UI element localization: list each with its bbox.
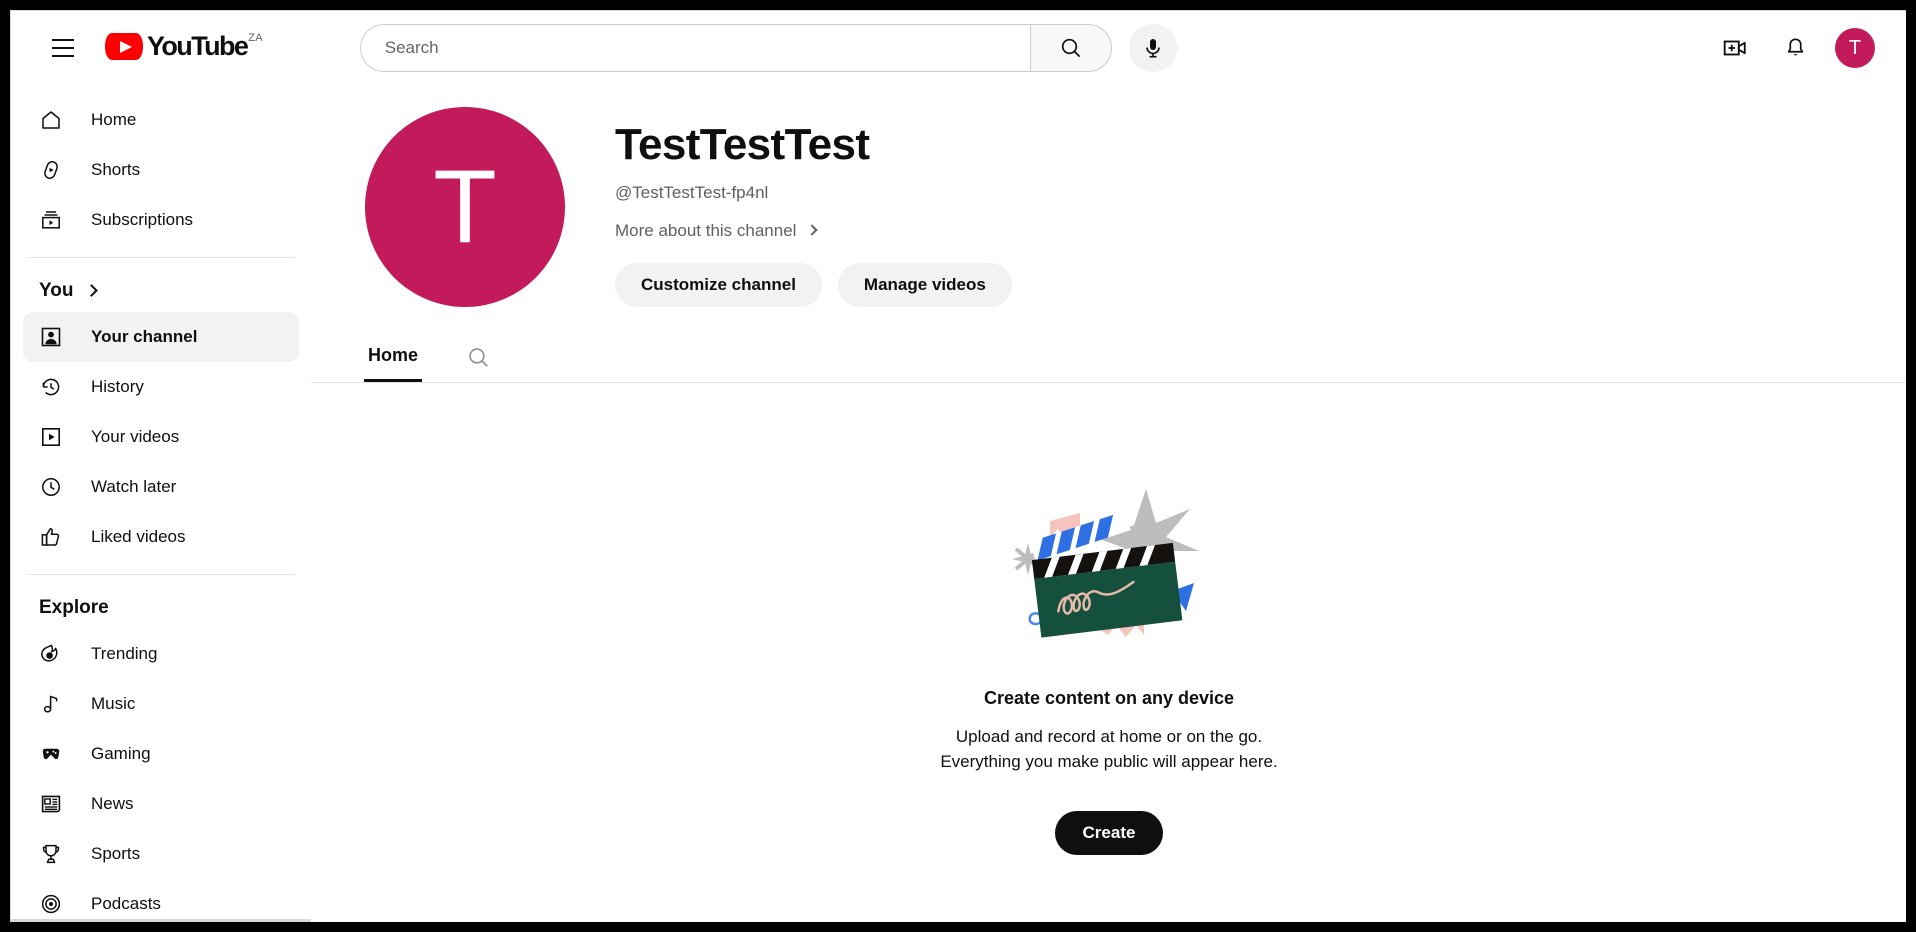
sidebar-scroll-indicator[interactable] bbox=[11, 919, 311, 922]
masthead: YouTube ZA Search T bbox=[11, 11, 1906, 85]
empty-state-line-1: Upload and record at home or on the go. bbox=[955, 727, 1263, 747]
more-about-channel-label: More about this channel bbox=[615, 221, 797, 241]
channel-metadata: TestTestTest @TestTestTest-fp4nl More ab… bbox=[615, 107, 1012, 308]
empty-state-description: Upload and record at home or on the go. … bbox=[940, 725, 1277, 774]
hamburger-menu-icon[interactable] bbox=[39, 24, 87, 72]
sidebar-item-label: Trending bbox=[91, 644, 158, 663]
history-icon bbox=[39, 375, 63, 399]
newspaper-icon bbox=[39, 792, 63, 816]
sidebar-item-label: History bbox=[91, 377, 144, 396]
sidebar-item-label: Your channel bbox=[91, 327, 198, 346]
main-content: T TestTestTest @TestTestTest-fp4nl More … bbox=[311, 85, 1906, 922]
account-avatar[interactable]: T bbox=[1835, 28, 1875, 68]
empty-state: Create content on any device Upload and … bbox=[311, 479, 1906, 855]
music-note-icon bbox=[39, 692, 63, 716]
play-box-icon bbox=[39, 425, 63, 449]
sidebar-item-label: Podcasts bbox=[91, 894, 161, 913]
youtube-logo[interactable]: YouTube ZA bbox=[105, 28, 263, 68]
bell-icon bbox=[1787, 38, 1803, 55]
clapperboard-illustration bbox=[1012, 489, 1199, 638]
podcast-icon bbox=[39, 892, 63, 916]
sidebar-item-label: News bbox=[91, 794, 134, 813]
customize-channel-button[interactable]: Customize channel bbox=[615, 263, 822, 308]
sidebar-item-gaming[interactable]: Gaming bbox=[23, 729, 299, 779]
youtube-play-icon bbox=[105, 33, 143, 60]
clock-icon bbox=[39, 475, 63, 499]
create-video-button[interactable] bbox=[1711, 24, 1759, 72]
channel-tabs: Home bbox=[311, 331, 1906, 384]
search-submit-button[interactable] bbox=[1029, 24, 1112, 72]
microphone-icon bbox=[1145, 39, 1160, 58]
sidebar-item-news[interactable]: News bbox=[23, 779, 299, 829]
empty-state-title: Create content on any device bbox=[983, 688, 1235, 709]
channel-action-buttons: Customize channel Manage videos bbox=[615, 263, 1012, 308]
sidebar-item-podcasts[interactable]: Podcasts bbox=[23, 879, 299, 922]
sidebar-item-home[interactable]: Home bbox=[23, 95, 299, 145]
sidebar-item-label: Liked videos bbox=[91, 527, 186, 546]
trophy-icon bbox=[39, 842, 63, 866]
search-icon bbox=[1061, 38, 1080, 58]
channel-handle: @TestTestTest-fp4nl bbox=[615, 183, 769, 203]
sidebar-divider-2 bbox=[27, 574, 295, 575]
avatar-initial: T bbox=[1848, 36, 1862, 59]
manage-videos-button[interactable]: Manage videos bbox=[837, 263, 1012, 308]
trending-icon bbox=[39, 642, 63, 666]
sidebar-item-label: Your videos bbox=[91, 427, 180, 446]
sidebar-item-label: Subscriptions bbox=[91, 210, 194, 229]
sidebar-item-history[interactable]: History bbox=[23, 362, 299, 412]
shorts-icon bbox=[39, 158, 63, 182]
sidebar-section-explore: Explore bbox=[11, 587, 311, 629]
create-video-icon bbox=[1723, 40, 1746, 56]
home-icon bbox=[39, 108, 63, 132]
search-area bbox=[359, 24, 1177, 72]
channel-header: T TestTestTest @TestTestTest-fp4nl More … bbox=[311, 85, 1906, 308]
thumbs-up-icon bbox=[39, 525, 63, 549]
browser-viewport: YouTube ZA Search T Home Shorts Subscrip… bbox=[10, 10, 1906, 922]
sidebar-item-label: Music bbox=[91, 694, 136, 713]
channel-name: TestTestTest bbox=[615, 120, 870, 169]
more-about-channel-link[interactable]: More about this channel bbox=[615, 221, 819, 241]
search-icon bbox=[469, 348, 488, 368]
sidebar-item-music[interactable]: Music bbox=[23, 679, 299, 729]
sidebar-divider-1 bbox=[27, 257, 295, 258]
sidebar-item-trending[interactable]: Trending bbox=[23, 629, 299, 679]
person-icon bbox=[39, 325, 63, 349]
sidebar-item-subscriptions[interactable]: Subscriptions bbox=[23, 195, 299, 245]
voice-search-button[interactable] bbox=[1128, 24, 1177, 72]
sidebar-item-label: Shorts bbox=[91, 160, 141, 179]
tab-search-button[interactable] bbox=[466, 345, 491, 382]
gamepad-icon bbox=[39, 742, 63, 766]
tab-home[interactable]: Home bbox=[364, 345, 423, 383]
sidebar-item-label: Home bbox=[91, 110, 137, 129]
sidebar-item-watch-later[interactable]: Watch later bbox=[23, 462, 299, 512]
sidebar-item-your-videos[interactable]: Your videos bbox=[23, 412, 299, 462]
youtube-country-code: ZA bbox=[248, 32, 263, 44]
subscriptions-icon bbox=[39, 208, 63, 232]
search-input[interactable] bbox=[382, 37, 1030, 59]
youtube-logo-text: YouTube bbox=[147, 31, 249, 61]
sidebar-item-liked-videos[interactable]: Liked videos bbox=[23, 512, 299, 562]
chevron-right-icon bbox=[806, 224, 819, 237]
sidebar-section-label: Explore bbox=[39, 597, 109, 618]
channel-avatar[interactable]: T bbox=[365, 107, 565, 307]
sidebar-item-sports[interactable]: Sports bbox=[23, 829, 299, 879]
header-actions: T bbox=[1711, 24, 1875, 72]
sidebar-section-you[interactable]: You bbox=[11, 270, 311, 312]
sidebar-item-label: Gaming bbox=[91, 744, 151, 763]
sidebar-item-your-channel[interactable]: Your channel bbox=[23, 312, 299, 362]
sidebar-navigation[interactable]: Home Shorts Subscriptions You Your chann… bbox=[11, 85, 311, 922]
sidebar-item-shorts[interactable]: Shorts bbox=[23, 145, 299, 195]
empty-state-line-2: Everything you make public will appear h… bbox=[940, 752, 1278, 772]
sidebar-section-label: You bbox=[39, 280, 74, 301]
search-box[interactable] bbox=[359, 24, 1030, 72]
sidebar-item-label: Sports bbox=[91, 844, 141, 863]
sidebar-item-label: Watch later bbox=[91, 477, 177, 496]
create-button[interactable]: Create bbox=[1054, 810, 1164, 855]
chevron-right-icon bbox=[85, 283, 99, 297]
notifications-button[interactable] bbox=[1771, 24, 1819, 72]
channel-avatar-initial: T bbox=[433, 148, 497, 265]
